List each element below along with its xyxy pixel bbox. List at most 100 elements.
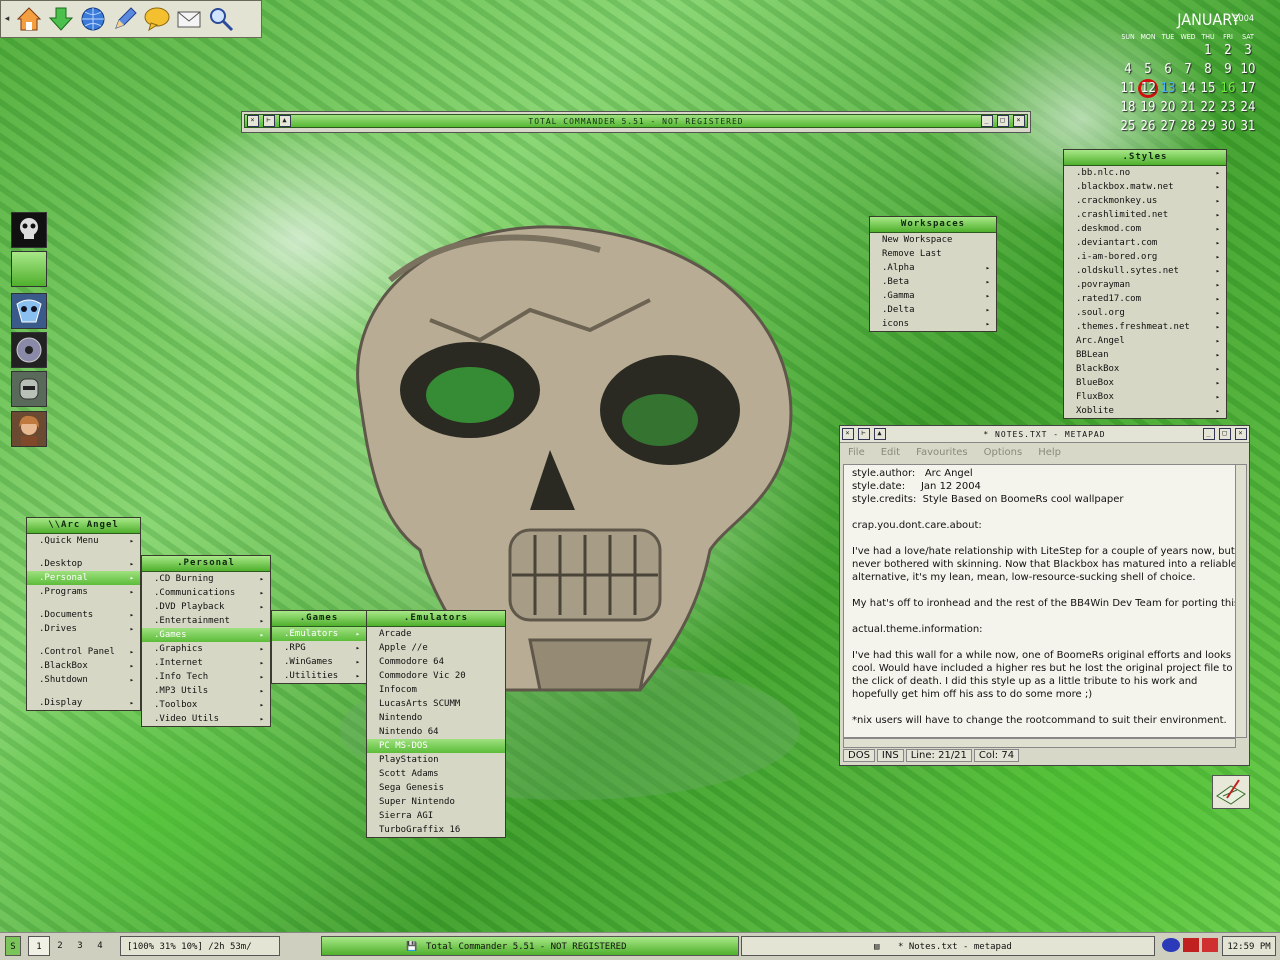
emulators-menu-item[interactable]: Arcade (367, 627, 505, 641)
personal-menu-item[interactable]: .Communications (142, 586, 270, 600)
styles-menu-item[interactable]: Arc.Angel (1064, 334, 1226, 348)
personal-menu-item[interactable]: .Video Utils (142, 712, 270, 726)
metapad-titlebar[interactable]: × ⊢ ▲ * NOTES.TXT - METAPAD _ □ × (840, 426, 1249, 443)
emulators-menu-item[interactable]: Commodore Vic 20 (367, 669, 505, 683)
window-close-right-icon[interactable]: × (1013, 115, 1025, 127)
globe-icon[interactable] (77, 3, 109, 35)
styles-menu-item[interactable]: .deskmod.com (1064, 222, 1226, 236)
calendar-day[interactable]: 21 (1178, 98, 1198, 117)
total-commander-window[interactable]: × ⊢ ▲ TOTAL COMMANDER 5.51 - NOT REGISTE… (241, 111, 1031, 133)
dock-skull-icon[interactable] (11, 212, 47, 248)
calendar-day[interactable]: 28 (1178, 117, 1198, 136)
calendar-day[interactable] (1138, 41, 1158, 60)
workspaces-menu-item[interactable]: icons (870, 317, 996, 331)
calendar-day[interactable]: 11 (1118, 79, 1138, 98)
task-total-commander[interactable]: 💾 Total Commander 5.51 - NOT REGISTERED (321, 936, 739, 956)
workspace-1[interactable]: 1 (28, 936, 50, 956)
root-menu-item[interactable]: .Documents (27, 608, 140, 622)
styles-menu-item[interactable]: .oldskull.sytes.net (1064, 264, 1226, 278)
personal-menu-item[interactable]: .MP3 Utils (142, 684, 270, 698)
workspaces-menu-item[interactable]: .Gamma (870, 289, 996, 303)
dock-robot-head-icon[interactable] (11, 371, 47, 407)
emulators-menu-item[interactable]: Sega Genesis (367, 781, 505, 795)
emulators-menu-item[interactable]: Nintendo 64 (367, 725, 505, 739)
root-menu-item[interactable]: .Desktop (27, 557, 140, 571)
personal-menu-item[interactable]: .Games (142, 628, 270, 642)
workspace-2[interactable]: 2 (50, 936, 70, 956)
personal-menu-item[interactable]: .DVD Playback (142, 600, 270, 614)
styles-menu-item[interactable]: Xoblite (1064, 404, 1226, 418)
styles-menu-item[interactable]: .deviantart.com (1064, 236, 1226, 250)
emulators-menu-item[interactable]: TurboGraffix 16 (367, 823, 505, 837)
calendar-day-today[interactable]: 12 (1138, 79, 1158, 98)
calendar-day[interactable]: 29 (1198, 117, 1218, 136)
calendar-day[interactable]: 2 (1218, 41, 1238, 60)
games-menu-item[interactable]: .Emulators (272, 627, 366, 641)
calendar-day[interactable]: 24 (1238, 98, 1258, 117)
styles-menu-item[interactable]: BBLean (1064, 348, 1226, 362)
window-close-right-icon[interactable]: × (1235, 428, 1247, 440)
styles-menu-item[interactable]: BlackBox (1064, 362, 1226, 376)
dock-portrait-icon[interactable] (11, 411, 47, 447)
download-arrow-icon[interactable] (45, 3, 77, 35)
dock-disc-icon[interactable] (11, 332, 47, 368)
styles-menu-item[interactable]: .crashlimited.net (1064, 208, 1226, 222)
emulators-menu-item[interactable]: PC MS-DOS (367, 739, 505, 753)
window-maximize-icon[interactable]: □ (997, 115, 1009, 127)
calendar-day[interactable] (1118, 41, 1138, 60)
metapad-horizontal-scrollbar[interactable] (843, 738, 1236, 748)
root-menu-item[interactable]: .Control Panel (27, 645, 140, 659)
calendar-day[interactable]: 3 (1238, 41, 1258, 60)
styles-menu-item[interactable]: .bb.nlc.no (1064, 166, 1226, 180)
window-close-icon[interactable]: × (247, 115, 259, 127)
personal-menu-item[interactable]: .Info Tech (142, 670, 270, 684)
styles-menu-item[interactable]: .i-am-bored.org (1064, 250, 1226, 264)
calendar-day[interactable]: 16 (1218, 79, 1238, 98)
root-menu-item[interactable]: .Personal (27, 571, 140, 585)
taskbar-menu-button[interactable]: S (5, 936, 21, 956)
personal-menu-item[interactable]: .Toolbox (142, 698, 270, 712)
workspaces-menu-item[interactable]: .Beta (870, 275, 996, 289)
styles-menu-item[interactable]: .soul.org (1064, 306, 1226, 320)
window-maximize-icon[interactable]: □ (1219, 428, 1231, 440)
calendar-day[interactable]: 19 (1138, 98, 1158, 117)
dock-blank-slot[interactable] (11, 251, 47, 287)
metapad-menu-edit[interactable]: Edit (881, 447, 900, 458)
window-close-icon[interactable]: × (842, 428, 854, 440)
workspaces-menu-item[interactable]: Remove Last (870, 247, 996, 261)
calendar-day[interactable]: 7 (1178, 60, 1198, 79)
tray-network-icon[interactable] (1162, 938, 1180, 952)
calendar-day[interactable]: 27 (1158, 117, 1178, 136)
emulators-menu-item[interactable]: Infocom (367, 683, 505, 697)
pencil-tool-icon[interactable] (109, 3, 141, 35)
calendar-day[interactable]: 6 (1158, 60, 1178, 79)
calendar-day[interactable]: 30 (1218, 117, 1238, 136)
calendar-day[interactable]: 22 (1198, 98, 1218, 117)
calendar-day[interactable]: 15 (1198, 79, 1218, 98)
styles-menu-item[interactable]: .blackbox.matw.net (1064, 180, 1226, 194)
workspaces-menu-item[interactable]: New Workspace (870, 233, 996, 247)
games-menu-item[interactable]: .Utilities (272, 669, 366, 683)
calendar-day[interactable]: 10 (1238, 60, 1258, 79)
personal-menu-item[interactable]: .Graphics (142, 642, 270, 656)
window-shade-icon[interactable]: ▲ (279, 115, 291, 127)
calendar-day[interactable]: 4 (1118, 60, 1138, 79)
calendar-day[interactable]: 9 (1218, 60, 1238, 79)
personal-menu-item[interactable]: .Entertainment (142, 614, 270, 628)
root-menu-item[interactable]: .Drives (27, 622, 140, 636)
root-menu-item[interactable]: .Shutdown (27, 673, 140, 687)
magnifier-icon[interactable] (205, 3, 237, 35)
metapad-menu-options[interactable]: Options (984, 447, 1023, 458)
root-menu-item[interactable]: .Display (27, 696, 140, 710)
metapad-menu-favourites[interactable]: Favourites (916, 447, 968, 458)
window-pin-icon[interactable]: ⊢ (263, 115, 275, 127)
metapad-text-area[interactable]: style.author: Arc Angel style.date: Jan 1… (843, 464, 1236, 738)
envelope-icon[interactable] (173, 3, 205, 35)
styles-menu-item[interactable]: BlueBox (1064, 376, 1226, 390)
root-menu-item[interactable]: .BlackBox (27, 659, 140, 673)
personal-menu-item[interactable]: .Internet (142, 656, 270, 670)
emulators-menu-item[interactable]: Commodore 64 (367, 655, 505, 669)
total-commander-titlebar[interactable]: × ⊢ ▲ TOTAL COMMANDER 5.51 - NOT REGISTE… (244, 114, 1028, 128)
calendar-day[interactable]: 17 (1238, 79, 1258, 98)
emulators-menu-item[interactable]: Scott Adams (367, 767, 505, 781)
